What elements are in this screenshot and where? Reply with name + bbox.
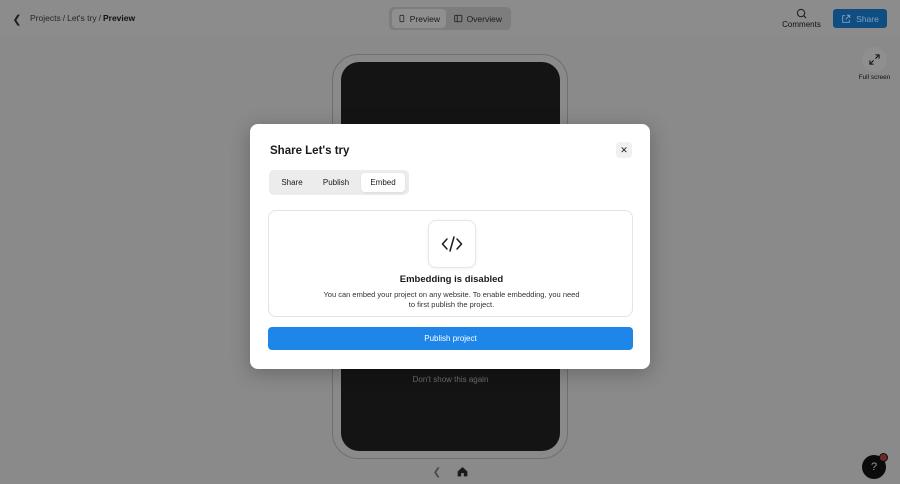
view-switcher: Preview Overview (389, 7, 511, 30)
phone-icon (399, 14, 405, 23)
share-button[interactable]: Share (833, 9, 887, 28)
comment-icon (796, 8, 807, 19)
fullscreen-label: Full screen (858, 74, 891, 81)
home-icon[interactable] (456, 465, 469, 478)
code-icon-box (428, 220, 476, 268)
expand-icon (869, 54, 880, 65)
tab-share[interactable]: Share (272, 173, 312, 192)
embed-heading: Embedding is disabled (399, 274, 504, 285)
dont-show-again-link[interactable]: Don't show this again (341, 375, 560, 384)
share-modal: Share Let's try ✕ Share Publish Embed Em… (250, 124, 650, 369)
publish-project-button[interactable]: Publish project (268, 327, 633, 350)
code-icon (441, 236, 463, 252)
tab-preview[interactable]: Preview (392, 9, 446, 28)
breadcrumb-current: Preview (102, 13, 136, 23)
breadcrumb-project[interactable]: Let's try (67, 13, 97, 23)
share-icon (842, 14, 851, 23)
modal-tabs: Share Publish Embed (269, 170, 409, 195)
embed-card: Embedding is disabled You can embed your… (268, 210, 633, 317)
fullscreen-button[interactable] (862, 47, 887, 72)
back-chevron-icon[interactable]: ❮ (9, 11, 25, 27)
tab-overview[interactable]: Overview (448, 9, 508, 28)
layout-icon (454, 14, 463, 23)
share-label: Share (856, 13, 879, 24)
close-icon[interactable]: ✕ (616, 142, 632, 158)
tab-embed[interactable]: Embed (361, 173, 405, 192)
breadcrumb-separator: / (98, 13, 101, 23)
notification-dot (879, 453, 888, 462)
comments-label: Comments (782, 20, 821, 29)
embed-description: You can embed your project on any websit… (323, 290, 580, 309)
breadcrumb-projects[interactable]: Projects (30, 13, 61, 23)
comments-button[interactable]: Comments (779, 8, 824, 29)
breadcrumb-separator: / (62, 13, 66, 23)
top-bar: ❮ Projects / Let's try / Preview Preview… (0, 0, 900, 37)
tab-publish[interactable]: Publish (315, 173, 357, 192)
modal-title: Share Let's try (270, 145, 350, 157)
previous-screen-icon[interactable]: ❮ (431, 465, 443, 479)
tab-overview-label: Overview (466, 13, 502, 24)
tab-preview-label: Preview (409, 13, 440, 24)
breadcrumb: Projects / Let's try / Preview (30, 13, 135, 23)
